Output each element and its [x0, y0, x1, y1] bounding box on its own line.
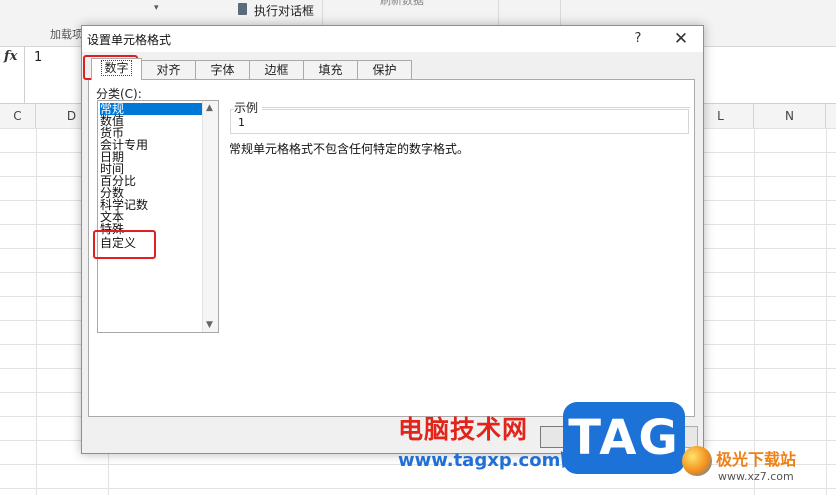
tab-border[interactable]: 边框 [249, 60, 304, 79]
grid-line [826, 128, 827, 495]
sample-label: 示例 [234, 99, 263, 116]
sample-divider [234, 107, 690, 108]
formula-divider [24, 47, 25, 103]
tab-strip: 数字 对齐 字体 边框 填充 保护 [82, 58, 703, 80]
aurora-logo-icon [682, 446, 712, 476]
chevron-down-icon[interactable]: ▾ [154, 3, 159, 13]
dialog-launcher-button[interactable]: 执行对话框 [254, 2, 314, 19]
help-button[interactable]: ? [626, 27, 650, 51]
column-header-c[interactable]: C [0, 104, 36, 128]
grid-line [36, 128, 37, 495]
watermark-site2-url: www.xz7.com [718, 470, 794, 483]
dialog-titlebar[interactable]: 设置单元格格式 ? ✕ [82, 26, 703, 52]
formula-input[interactable]: 1 [34, 50, 42, 65]
sample-box: 1 [230, 109, 689, 134]
format-description: 常规单元格格式不包含任何特定的数字格式。 [229, 142, 470, 156]
column-header-n[interactable]: N [754, 104, 826, 128]
watermark-site2-name: 极光下载站 [716, 450, 797, 469]
tab-font[interactable]: 字体 [195, 60, 250, 79]
category-list[interactable]: 常规 数值 货币 会计专用 日期 时间 百分比 分数 科学记数 文本 特殊 自定… [97, 100, 219, 333]
dialog-title: 设置单元格格式 [87, 33, 172, 47]
highlight-custom-category [93, 230, 156, 259]
tab-alignment[interactable]: 对齐 [141, 60, 196, 79]
scroll-down-icon[interactable]: ▼ [206, 320, 213, 330]
tab-fill[interactable]: 填充 [303, 60, 358, 79]
document-icon [238, 3, 247, 15]
close-button[interactable]: ✕ [667, 27, 695, 51]
tab-number[interactable]: 数字 [91, 58, 142, 80]
sample-value: 1 [238, 116, 245, 129]
scroll-up-icon[interactable]: ▲ [206, 103, 213, 113]
format-cells-dialog: 设置单元格格式 ? ✕ 数字 对齐 字体 边框 填充 保护 分类(C): 常规 … [81, 25, 704, 454]
tab-protection[interactable]: 保护 [357, 60, 412, 79]
ribbon-group-label: 加载项 [50, 28, 83, 41]
tab-number-label: 数字 [101, 60, 132, 76]
tag-logo: TAG [563, 402, 685, 474]
watermark-site-name: 电脑技术网 [398, 415, 529, 444]
list-scrollbar[interactable]: ▲ ▼ [202, 101, 218, 332]
function-icon[interactable]: fx [4, 49, 17, 64]
refresh-data-button[interactable]: 刷新数据 [380, 0, 424, 8]
grid-line [754, 128, 755, 495]
watermark-site-url: www.tagxp.com [398, 450, 561, 471]
